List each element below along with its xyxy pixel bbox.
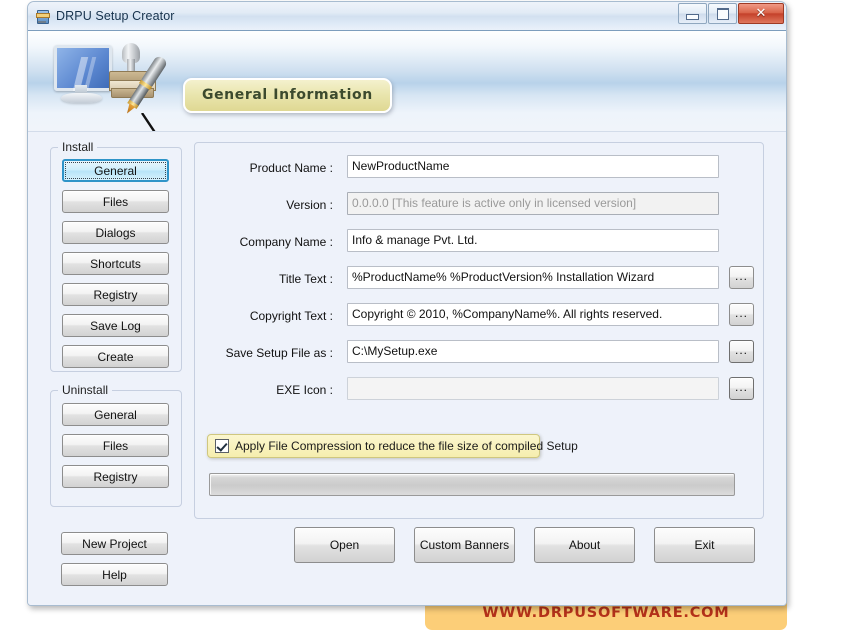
about-button[interactable]: About [534,527,635,563]
help-button[interactable]: Help [61,563,168,586]
custom-banners-label: Custom Banners [419,538,510,552]
field-label: Save Setup File as : [225,346,333,360]
sidebar-item-install-save-log[interactable]: Save Log [62,314,169,337]
setup-creator-icon [34,8,50,24]
exit-label: Exit [694,538,715,552]
sidebar-item-label: Registry [93,287,138,302]
apply-compression-checkbox-row[interactable]: Apply File Compression to reduce the fil… [207,434,578,458]
page-title-badge: General Information [183,78,392,113]
header-illustration [46,39,201,121]
company-name-input[interactable]: Info & manage Pvt. Ltd. [347,229,719,252]
new-project-button[interactable]: New Project [61,532,168,555]
sidebar-item-uninstall-files[interactable]: Files [62,434,169,457]
maximize-icon [716,7,729,20]
install-group: Install General Files Dialogs Shortcuts … [50,140,182,372]
window-body: Install General Files Dialogs Shortcuts … [28,132,786,605]
field-label: EXE Icon : [276,383,333,397]
close-button[interactable]: ✕ [738,3,784,24]
close-icon: ✕ [755,6,767,21]
version-input: 0.0.0.0 [This feature is active only in … [347,192,719,215]
custom-banners-button[interactable]: Custom Banners [414,527,515,563]
copyright-text-browse-button[interactable]: ... [729,303,754,326]
sidebar-item-label: Files [102,438,129,453]
help-label: Help [102,567,127,582]
save-setup-file-browse-button[interactable]: ... [729,340,754,363]
apply-compression-label: Apply File Compression to reduce the fil… [235,439,578,453]
sidebar-item-install-files[interactable]: Files [62,190,169,213]
minimize-button[interactable] [678,3,707,24]
sidebar-item-label: Create [97,349,134,364]
exit-button[interactable]: Exit [654,527,755,563]
header-banner: General Information [28,31,786,132]
title-text-input[interactable]: %ProductName% %ProductVersion% Installat… [347,266,719,289]
sidebar-item-install-registry[interactable]: Registry [62,283,169,306]
open-label: Open [329,538,360,552]
field-label: Product Name : [249,161,333,175]
sidebar-item-label: Save Log [90,318,141,333]
sidebar-item-label: General [94,407,137,422]
sidebar-item-label: Dialogs [95,225,136,240]
sidebar-item-install-dialogs[interactable]: Dialogs [62,221,169,244]
window-title: DRPU Setup Creator [56,9,175,23]
minimize-icon [686,14,699,20]
save-setup-file-input[interactable]: C:\MySetup.exe [347,340,719,363]
sidebar-item-install-general[interactable]: General [62,159,169,182]
exe-icon-browse-button[interactable]: ... [729,377,754,400]
title-bar: DRPU Setup Creator ✕ [28,2,786,31]
uninstall-group-title: Uninstall [58,383,113,397]
install-group-title: Install [58,140,98,154]
copyright-text-input[interactable]: Copyright © 2010, %CompanyName%. All rig… [347,303,719,326]
new-project-label: New Project [82,536,147,551]
field-version: Version : 0.0.0.0 [This feature is activ… [195,192,763,218]
field-label: Company Name : [239,235,333,249]
field-product-name: Product Name : NewProductName [195,155,763,181]
progress-bar [209,473,735,496]
sidebar-item-label: Files [102,194,129,209]
field-save-setup-file: Save Setup File as : C:\MySetup.exe ... [195,340,763,366]
sidebar-item-install-create[interactable]: Create [62,345,169,368]
maximize-button[interactable] [708,3,737,24]
screen: WWW.DRPUSOFTWARE.COM DRPU Setup Creator … [0,0,849,640]
field-exe-icon: EXE Icon : ... [195,377,763,403]
exe-icon-input[interactable] [347,377,719,400]
sidebar-item-label: Registry [93,469,138,484]
product-name-input[interactable]: NewProductName [347,155,719,178]
checkbox-checked-icon[interactable] [215,439,229,453]
field-copyright-text: Copyright Text : Copyright © 2010, %Comp… [195,303,763,329]
branding-url: WWW.DRPUSOFTWARE.COM [482,604,730,621]
field-title-text: Title Text : %ProductName% %ProductVersi… [195,266,763,292]
field-company-name: Company Name : Info & manage Pvt. Ltd. [195,229,763,255]
sidebar-item-uninstall-general[interactable]: General [62,403,169,426]
field-label: Version : [286,198,333,212]
field-label: Copyright Text : [249,309,333,323]
field-label: Title Text : [278,272,333,286]
about-label: About [568,538,601,552]
application-window: DRPU Setup Creator ✕ General Information… [27,1,787,606]
open-button[interactable]: Open [294,527,395,563]
page-title: General Information [202,87,373,103]
uninstall-group: Uninstall General Files Registry [50,383,182,507]
window-controls: ✕ [677,3,784,24]
sidebar-item-install-shortcuts[interactable]: Shortcuts [62,252,169,275]
sidebar-item-uninstall-registry[interactable]: Registry [62,465,169,488]
title-text-browse-button[interactable]: ... [729,266,754,289]
general-information-panel: Product Name : NewProductName Version : … [194,142,764,519]
sidebar-item-label: Shortcuts [90,256,141,271]
sidebar-item-label: General [94,163,137,178]
